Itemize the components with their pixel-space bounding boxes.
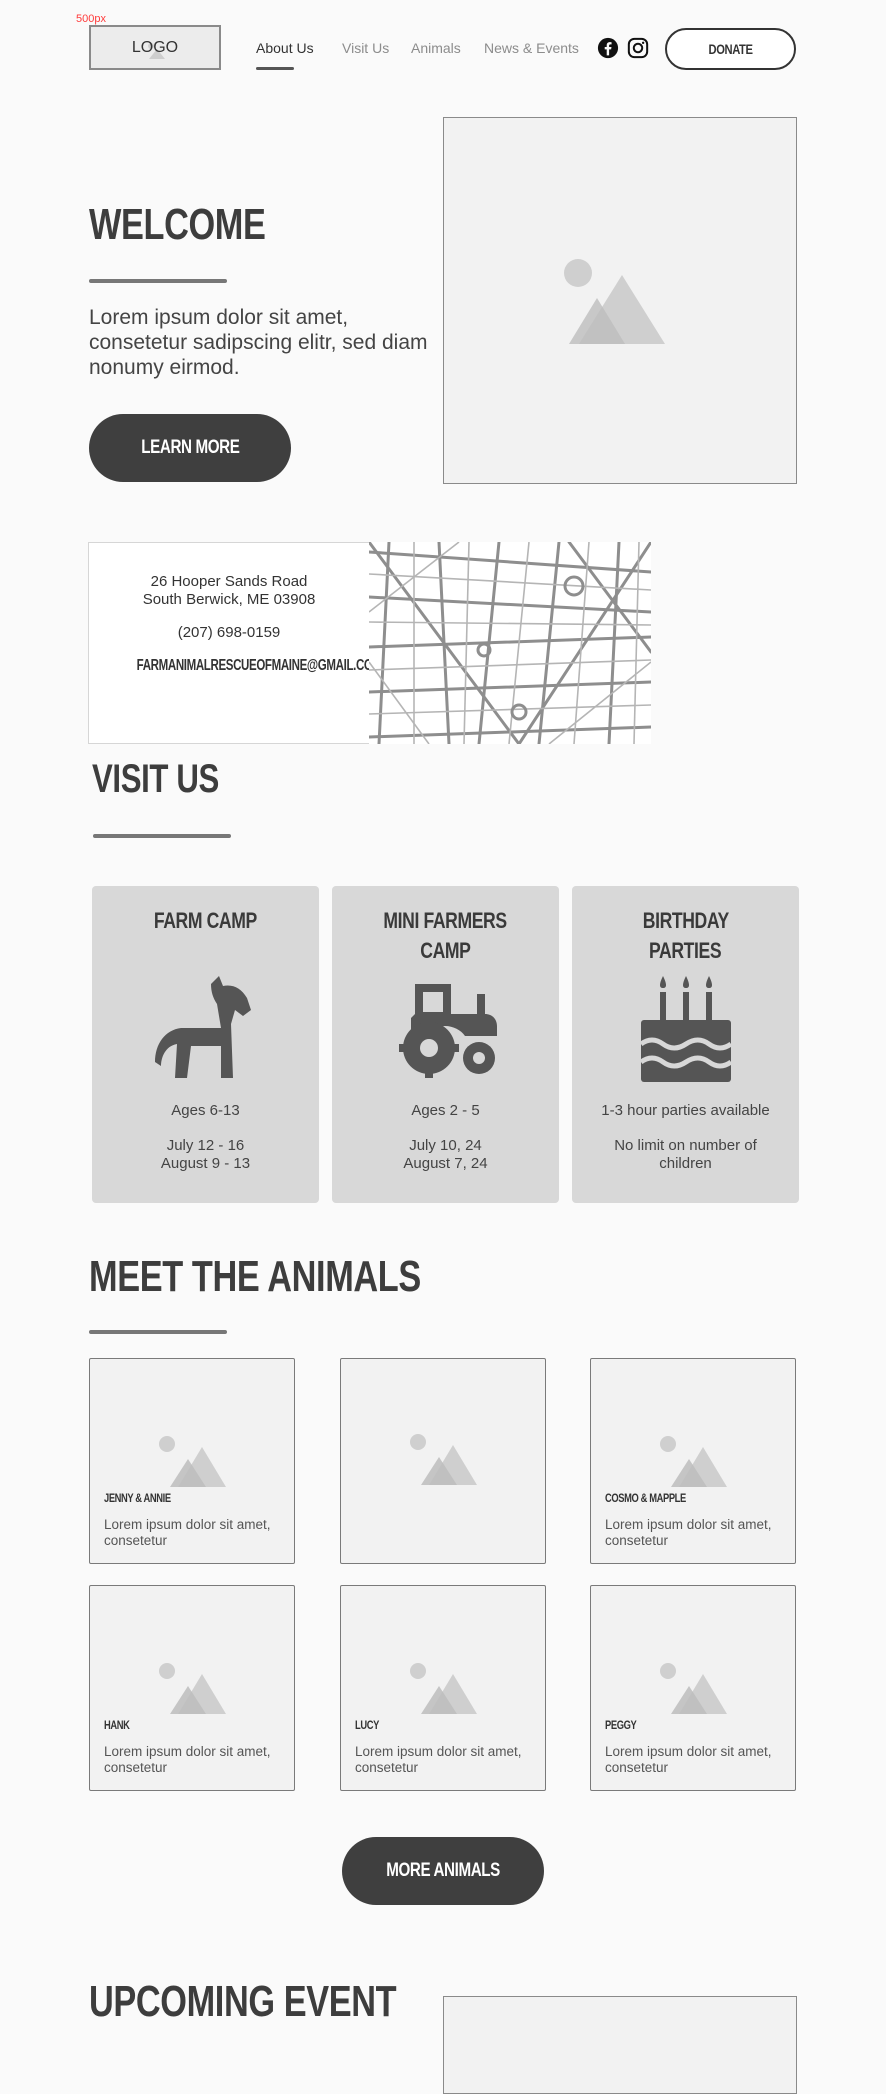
facebook-icon[interactable]	[597, 37, 619, 59]
street-map-graphic	[369, 542, 651, 744]
address-line-2: South Berwick, ME 03908	[142, 591, 316, 608]
visit-us-divider	[93, 834, 231, 838]
image-placeholder-icon	[410, 1434, 477, 1485]
nav-animals[interactable]: Animals	[411, 40, 461, 56]
instagram-icon[interactable]	[627, 37, 649, 59]
contact-card: 26 Hooper Sands Road South Berwick, ME 0…	[88, 542, 382, 744]
animal-name: COSMO & MAPPLE	[605, 1491, 686, 1505]
animal-description: Lorem ipsum dolor sit amet, consetetur	[605, 1744, 772, 1775]
welcome-text: Lorem ipsum dolor sit amet, consetetur s…	[89, 306, 428, 379]
card-dates: July 12 - 16 August 9 - 13	[160, 1137, 251, 1172]
card-capacity: No limit on number of children	[614, 1137, 757, 1172]
animal-name: HANK	[104, 1718, 130, 1732]
image-placeholder-icon	[159, 1663, 226, 1714]
learn-more-button[interactable]: LEARN MORE	[89, 414, 291, 482]
phone-number[interactable]: (207) 698-0159	[89, 624, 369, 641]
nav-about-us[interactable]: About Us	[256, 40, 314, 56]
event-image-placeholder	[443, 1996, 797, 2094]
animal-description: Lorem ipsum dolor sit amet, consetetur	[355, 1744, 522, 1775]
animal-card[interactable]: JENNY & ANNIE Lorem ipsum dolor sit amet…	[89, 1358, 295, 1564]
animal-card[interactable]	[340, 1358, 546, 1564]
card-title: BIRTHDAY PARTIES	[642, 908, 729, 963]
animal-description: Lorem ipsum dolor sit amet, consetetur	[605, 1517, 772, 1548]
animal-card[interactable]: COSMO & MAPPLE Lorem ipsum dolor sit ame…	[590, 1358, 796, 1564]
image-placeholder-icon	[564, 259, 665, 344]
animal-name: PEGGY	[605, 1718, 637, 1732]
active-nav-underline	[256, 67, 294, 70]
welcome-divider	[89, 279, 227, 283]
card-title: FARM CAMP	[154, 908, 257, 933]
hero-image-placeholder	[443, 117, 797, 484]
nav-news-events[interactable]: News & Events	[484, 40, 579, 56]
card-ages: Ages 6-13	[171, 1102, 240, 1119]
logo[interactable]: LOGO	[89, 25, 221, 70]
size-annotation: 500px	[76, 13, 106, 25]
visit-us-title: VISIT US	[92, 757, 219, 801]
logo-text: LOGO	[131, 38, 179, 56]
welcome-title: WELCOME	[89, 200, 266, 249]
location-map[interactable]	[369, 542, 651, 744]
image-placeholder-icon	[660, 1663, 727, 1714]
upcoming-event-title: UPCOMING EVENT	[89, 1977, 397, 2026]
nav-visit-us[interactable]: Visit Us	[342, 40, 389, 56]
more-animals-label: MORE ANIMALS	[386, 1860, 500, 1881]
animal-name: LUCY	[355, 1718, 379, 1732]
image-placeholder-icon	[660, 1436, 727, 1487]
card-title: MINI FARMERS CAMP	[383, 908, 508, 963]
visit-card-farm-camp[interactable]: FARM CAMP Ages 6-13 July 12 - 16 August 9…	[92, 886, 319, 1203]
email-text: FARMANIMALRESCUEOFMAINE@GMAIL.COM	[136, 657, 382, 674]
meet-the-animals-title: MEET THE ANIMALS	[89, 1252, 421, 1301]
animal-name: JENNY & ANNIE	[104, 1491, 171, 1505]
meet-the-animals-heading: MEET THE ANIMALS	[89, 1252, 514, 1302]
card-ages: Ages 2 - 5	[411, 1102, 480, 1119]
donate-button[interactable]: DONATE	[665, 28, 796, 70]
more-animals-button[interactable]: MORE ANIMALS	[342, 1837, 544, 1905]
animal-card[interactable]: HANK Lorem ipsum dolor sit amet, consete…	[89, 1585, 295, 1791]
card-duration: 1-3 hour parties available	[601, 1102, 770, 1119]
donate-label: DONATE	[708, 41, 753, 57]
tractor-icon	[398, 984, 497, 1078]
card-dates: July 10, 24 August 7, 24	[403, 1137, 488, 1172]
animals-divider	[89, 1330, 227, 1334]
learn-more-label: LEARN MORE	[140, 437, 240, 458]
upcoming-event-heading: UPCOMING EVENT	[89, 1977, 483, 2027]
welcome-heading: WELCOME	[89, 200, 315, 250]
animal-card[interactable]: PEGGY Lorem ipsum dolor sit amet, conset…	[590, 1585, 796, 1791]
address-line-1: 26 Hooper Sands Road	[150, 573, 308, 590]
image-placeholder-icon	[410, 1663, 477, 1714]
animal-card[interactable]: LUCY Lorem ipsum dolor sit amet, consete…	[340, 1585, 546, 1791]
visit-card-birthday-parties[interactable]: BIRTHDAY PARTIES 1-3 hour parties availab…	[572, 886, 799, 1203]
animal-description: Lorem ipsum dolor sit amet, consetetur	[104, 1744, 271, 1775]
horse-icon	[154, 976, 251, 1078]
visit-us-heading: VISIT US	[92, 757, 255, 802]
birthday-cake-icon	[639, 976, 732, 1082]
image-placeholder-icon	[159, 1436, 226, 1487]
animal-description: Lorem ipsum dolor sit amet, consetetur	[104, 1517, 271, 1548]
email-address[interactable]: FARMANIMALRESCUEOFMAINE@GMAIL.COM	[89, 657, 382, 675]
visit-card-mini-farmers-camp[interactable]: MINI FARMERS CAMP Ages 2 - 5 July 10, 24 A…	[332, 886, 559, 1203]
